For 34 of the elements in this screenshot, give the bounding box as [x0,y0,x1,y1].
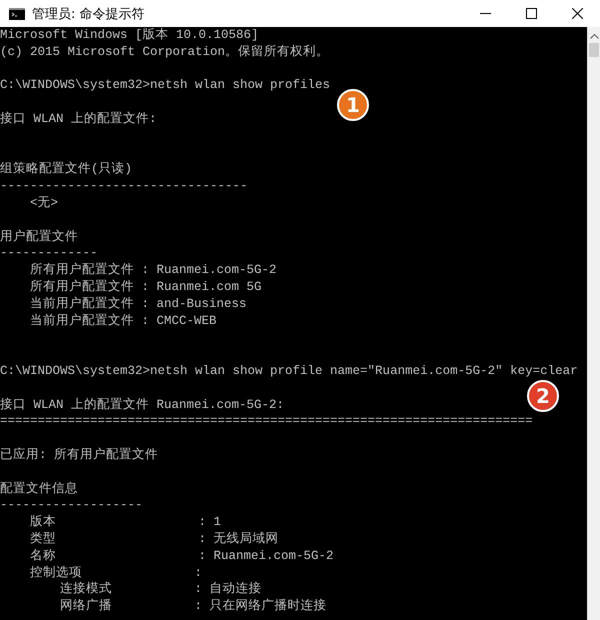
console-line: 接口 WLAN 上的配置文件: [0,112,157,126]
maximize-icon [526,8,536,19]
console-line: ------------- [0,246,98,260]
scroll-up-icon[interactable] [590,33,598,39]
console-line: 接口 WLAN 上的配置文件 Ruanmei.com-5G-2: [0,398,284,412]
console-line: 组策略配置文件(只读) [0,162,132,176]
scroll-thumb[interactable] [589,43,599,57]
console-line: <无> [29,196,58,210]
window-title: 管理员: 命令提示符 [32,6,146,22]
console-line: (c) 2015 Microsoft Corporation。保留所有权利。 [0,44,330,59]
console-line: 网络广播 : 只在网络广播时连接 [59,599,327,614]
console-line: C:\WINDOWS\system32>netsh wlan show profile name="Ruanmei.com-5G-2" key=clear [0,364,578,378]
callout-badge: 2 [527,380,559,412]
console-line: C:\WINDOWS\system32>netsh wlan show profiles [0,78,330,92]
console-line: 已应用: 所有用户配置文件 [0,448,158,462]
console-line: 类型 : 无线局域网 [29,532,279,546]
console-line: 配置文件信息 [0,482,78,496]
console-line: 当前用户配置文件 : CMCC-WEB [29,314,217,328]
console-icon [9,8,25,20]
console-line: 版本 : 1 [29,515,222,530]
close-icon [572,8,582,19]
console-line: 控制选项 : [29,566,202,580]
console-line: Microsoft Windows [版本 10.0.10586] [0,28,259,42]
console-line: 所有用户配置文件 : Ruanmei.com-5G-2 [29,263,277,278]
callout-badge: 1 [337,89,369,121]
console-line: ======================================================================= [0,414,533,428]
console-line: 用户配置文件 [0,230,78,244]
console-line: 所有用户配置文件 : Ruanmei.com 5G [29,280,262,294]
console-line: ------------------- [0,498,143,512]
console-line: 当前用户配置文件 : and-Business [29,296,247,311]
console-line: 连接模式 : 自动连接 [59,582,262,596]
console-line: 名称 : Ruanmei.com-5G-2 [29,548,334,563]
console-line: --------------------------------- [0,179,248,194]
scrollbar[interactable] [587,27,600,620]
